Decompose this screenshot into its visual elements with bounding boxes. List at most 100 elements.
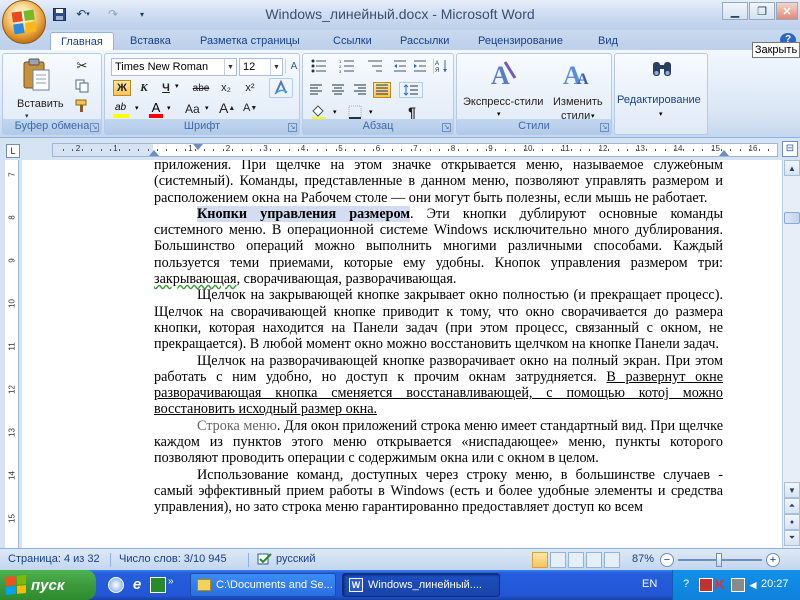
decrease-indent-icon[interactable]	[391, 58, 409, 74]
borders-icon[interactable]	[343, 104, 367, 120]
line-spacing-icon[interactable]	[399, 82, 423, 98]
tab-review[interactable]: Рецензирование	[468, 32, 573, 50]
zoom-out-button[interactable]: −	[660, 553, 674, 567]
chevron-down-icon[interactable]: ▼	[270, 59, 282, 75]
align-left-icon[interactable]	[307, 82, 325, 98]
paste-icon[interactable]	[21, 58, 51, 92]
office-button[interactable]	[2, 0, 46, 44]
right-indent-marker[interactable]	[719, 150, 729, 156]
change-styles-label-1[interactable]: Изменить	[553, 96, 603, 108]
editing-dropdown-icon[interactable]: ▾	[659, 110, 663, 118]
maximize-button[interactable]: ❐	[749, 2, 775, 20]
multilevel-list-icon[interactable]	[363, 58, 387, 74]
change-case-dropdown-icon[interactable]: ▾	[205, 104, 209, 112]
full-screen-reading-icon[interactable]	[550, 552, 566, 568]
document-area[interactable]: приложения. При щелчке на этом значке от…	[22, 160, 782, 548]
chevron-down-icon[interactable]: ▼	[224, 59, 236, 75]
vertical-ruler[interactable]: 7 8 9 10 11 12 13 14 15	[5, 160, 19, 548]
next-page-icon[interactable]: ⏷	[784, 530, 800, 546]
vertical-scrollbar[interactable]: ▲ ▼ ⏶ ● ⏷	[782, 160, 800, 548]
underline-button[interactable]: Ч	[157, 80, 175, 96]
horizontal-ruler[interactable]: 2 1 1 2 3 4 5 6 7 8 9 10 11 12 13 14 15 16	[52, 143, 778, 157]
media-player-icon[interactable]	[108, 577, 124, 593]
font-size-combo[interactable]: 12 ▼	[239, 58, 283, 76]
internet-explorer-icon[interactable]: e	[128, 576, 146, 594]
start-button[interactable]: пуск	[0, 570, 96, 600]
superscript-button[interactable]: x²	[239, 80, 261, 96]
kaspersky-icon[interactable]: K	[715, 576, 729, 592]
increase-indent-icon[interactable]	[411, 58, 429, 74]
highlight-color-icon[interactable]: ab	[113, 102, 135, 118]
taskbar-button-word[interactable]: W Windows_линейный....	[342, 573, 500, 597]
font-color-icon[interactable]: A	[147, 100, 165, 118]
shading-dropdown-icon[interactable]: ▾	[333, 108, 337, 116]
tab-view[interactable]: Вид	[588, 32, 628, 50]
minimize-button[interactable]: ▁	[722, 2, 748, 20]
underline-dropdown-icon[interactable]: ▾	[175, 82, 179, 90]
clipboard-launcher-icon[interactable]: ↘	[90, 123, 99, 132]
quick-styles-dropdown-icon[interactable]: ▾	[497, 110, 501, 118]
language-indicator[interactable]: русский	[276, 553, 315, 565]
shrink-font-button[interactable]: A ▼	[243, 102, 257, 114]
tab-selector-button[interactable]: L	[6, 144, 20, 158]
bullets-icon[interactable]	[307, 58, 331, 74]
show-marks-button[interactable]: ¶	[403, 104, 421, 120]
scroll-down-icon[interactable]: ▼	[784, 482, 800, 498]
paste-button[interactable]: Вставить	[17, 98, 64, 110]
change-case-button[interactable]: Aa	[185, 102, 200, 116]
zoom-in-button[interactable]: +	[766, 553, 780, 567]
view-ruler-icon[interactable]: ⊟	[782, 141, 798, 157]
align-right-icon[interactable]	[351, 82, 369, 98]
tab-mailings[interactable]: Рассылки	[390, 32, 459, 50]
text-effects-icon[interactable]	[269, 78, 293, 98]
spelling-status-icon[interactable]	[248, 553, 273, 567]
taskbar-button-explorer[interactable]: C:\Documents and Se...	[190, 573, 336, 597]
highlight-dropdown-icon[interactable]: ▾	[135, 104, 139, 112]
quick-launch-chevron-icon[interactable]: »	[168, 576, 174, 587]
bold-button[interactable]: Ж	[113, 80, 131, 96]
italic-button[interactable]: К	[135, 80, 153, 96]
subscript-button[interactable]: x₂	[215, 80, 237, 96]
zoom-level[interactable]: 87%	[632, 553, 654, 565]
align-center-icon[interactable]	[329, 82, 347, 98]
borders-dropdown-icon[interactable]: ▾	[369, 108, 373, 116]
draft-view-icon[interactable]	[604, 552, 620, 568]
shading-icon[interactable]	[307, 104, 331, 120]
scroll-up-icon[interactable]: ▲	[784, 160, 800, 176]
font-color-dropdown-icon[interactable]: ▾	[167, 104, 171, 112]
print-layout-view-icon[interactable]	[532, 552, 548, 568]
tab-references[interactable]: Ссылки	[323, 32, 382, 50]
page-counter[interactable]: Страница: 4 из 32	[8, 553, 100, 565]
change-styles-icon[interactable]: AA	[561, 58, 593, 90]
zoom-slider-thumb[interactable]	[716, 553, 722, 567]
web-layout-icon[interactable]	[568, 552, 584, 568]
paragraph-launcher-icon[interactable]: ↘	[442, 123, 451, 132]
volume-icon[interactable]: ◄	[747, 578, 759, 592]
numbering-icon[interactable]: 123	[335, 58, 359, 74]
justify-icon[interactable]	[373, 82, 391, 98]
help-tray-icon[interactable]: ?	[683, 578, 695, 592]
close-button[interactable]: ✕	[776, 2, 798, 20]
font-name-combo[interactable]: Times New Roman ▼	[111, 58, 237, 76]
antivirus-icon[interactable]	[699, 578, 713, 592]
strikethrough-button[interactable]: abe	[189, 80, 213, 96]
clear-format-icon[interactable]: A	[285, 58, 303, 74]
browse-object-icon[interactable]: ●	[784, 514, 800, 530]
tab-page-layout[interactable]: Разметка страницы	[190, 32, 310, 50]
sort-icon[interactable]: AЯ	[433, 58, 451, 74]
scroll-thumb[interactable]	[784, 212, 800, 224]
quick-styles-button[interactable]: Экспресс-стили	[463, 96, 543, 108]
document-body[interactable]: приложения. При щелчке на этом значке от…	[154, 160, 723, 516]
first-line-indent-marker[interactable]	[193, 144, 203, 150]
grow-font-button[interactable]: A ▲	[219, 100, 235, 116]
format-painter-icon[interactable]	[73, 98, 91, 114]
word-count[interactable]: Число слов: 3/10 945	[110, 553, 227, 567]
quick-styles-icon[interactable]: A	[487, 58, 519, 90]
binoculars-icon[interactable]	[651, 60, 673, 80]
input-language[interactable]: EN	[642, 578, 657, 590]
hanging-indent-marker[interactable]	[149, 150, 159, 156]
network-icon[interactable]	[731, 578, 745, 592]
previous-page-icon[interactable]: ⏶	[784, 498, 800, 514]
show-desktop-icon[interactable]	[150, 577, 166, 593]
editing-button[interactable]: Редактирование	[617, 94, 701, 106]
